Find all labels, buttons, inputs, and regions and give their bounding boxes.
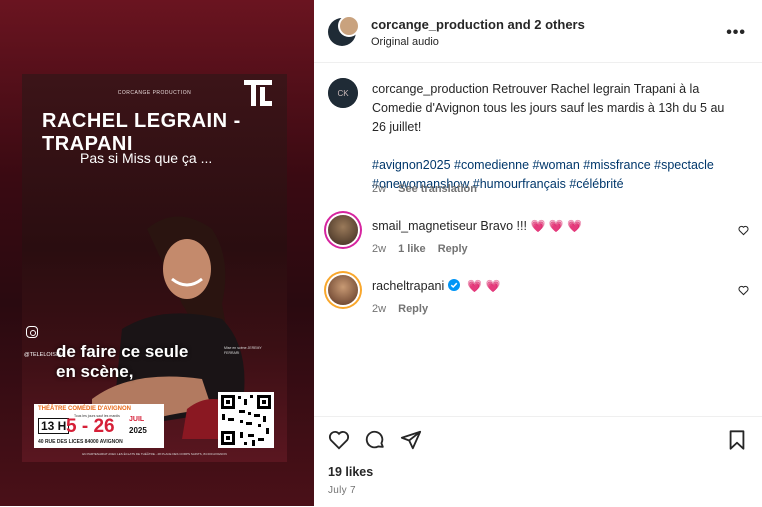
commenter-avatar[interactable]: [328, 215, 358, 245]
caption-time: 2w: [372, 183, 387, 195]
poster-credit: Mise en scène JEREMY FERRARI: [224, 346, 262, 355]
original-audio-link[interactable]: Original audio: [371, 36, 439, 48]
comment-body: smail_magnetiseur Bravo !!! 💗 💗 💗: [372, 219, 582, 233]
reply-button[interactable]: Reply: [398, 303, 428, 315]
header-authors: corcange_production and 2 others: [371, 17, 585, 32]
phrase-line-1: de faire ce seule: [56, 342, 189, 361]
comment-time: 2w: [372, 303, 387, 315]
ticket-year: 2025: [129, 426, 147, 435]
reply-button[interactable]: Reply: [438, 243, 468, 255]
more-options-icon[interactable]: •••: [726, 24, 746, 42]
save-bookmark-icon[interactable]: [726, 429, 748, 451]
poster-tagline: Pas si Miss que ça ...: [80, 150, 213, 166]
post-media[interactable]: CORCANGE PRODUCTION RACHEL LEGRAIN - TRA…: [0, 0, 314, 506]
show-poster: CORCANGE PRODUCTION RACHEL LEGRAIN - TRA…: [22, 74, 287, 462]
instagram-icon: [26, 326, 38, 338]
svg-text:CK: CK: [337, 89, 349, 98]
ticket-time: 13 H: [38, 418, 70, 434]
comment-meta: 2w 1 like Reply: [372, 243, 477, 255]
ticket-dates: 5 - 26: [66, 416, 115, 437]
caption-avatar[interactable]: CK: [328, 78, 358, 108]
poster-footer: EN PARTENARIAT AVEC LES ÉCLATS DE THÉÂTR…: [82, 452, 227, 456]
comment-username[interactable]: racheltrapani: [372, 279, 444, 293]
see-translation-link[interactable]: See translation: [398, 183, 477, 195]
and-others-link[interactable]: and 2 others: [508, 17, 585, 32]
poster-logo-icon: [244, 80, 272, 106]
comment-like-heart-icon[interactable]: [738, 285, 749, 296]
post-details: corcange_production and 2 others Origina…: [314, 0, 762, 506]
comment-likes[interactable]: 1 like: [398, 243, 426, 255]
comment-like-heart-icon[interactable]: [738, 225, 749, 236]
comment-body: racheltrapani 💗 💗: [372, 279, 500, 293]
likes-count[interactable]: 19 likes: [328, 465, 373, 479]
ticket-box: THÉÂTRE COMÉDIE D'AVIGNON Tous les jours…: [34, 404, 164, 448]
comment-text: Bravo !!!: [480, 219, 527, 233]
comment-bubble-icon[interactable]: [364, 429, 386, 451]
poster-phrase: de faire ce seule en scène,: [56, 342, 188, 382]
heart-emoji: 💗 💗: [467, 279, 501, 293]
ticket-address: 40 RUE DES LICES 84000 AVIGNON: [38, 439, 123, 445]
commenter-avatar[interactable]: [328, 275, 358, 305]
comment-meta: 2w Reply: [372, 303, 437, 315]
post-caption: corcange_production Retrouver Rachel leg…: [372, 80, 734, 194]
comment-time: 2w: [372, 243, 387, 255]
post-header: corcange_production and 2 others Origina…: [314, 0, 762, 63]
comment-username[interactable]: smail_magnetiseur: [372, 219, 477, 233]
qr-code-icon: [218, 392, 274, 448]
phrase-line-2: en scène,: [56, 362, 134, 381]
post-actions: 19 likes July 7: [314, 416, 762, 507]
heart-emoji: 💗 💗 💗: [530, 219, 582, 233]
collaborator-avatar[interactable]: [338, 15, 360, 37]
caption-username[interactable]: corcange_production: [372, 82, 489, 96]
verified-badge-icon: [447, 279, 460, 291]
ticket-month: JUIL: [129, 416, 145, 423]
author-username[interactable]: corcange_production: [371, 17, 504, 32]
post-date: July 7: [328, 485, 356, 496]
like-heart-icon[interactable]: [328, 429, 350, 451]
caption-meta: 2w See translation: [372, 183, 486, 195]
ticket-theatre: THÉÂTRE COMÉDIE D'AVIGNON: [38, 406, 131, 412]
share-send-icon[interactable]: [400, 429, 422, 451]
